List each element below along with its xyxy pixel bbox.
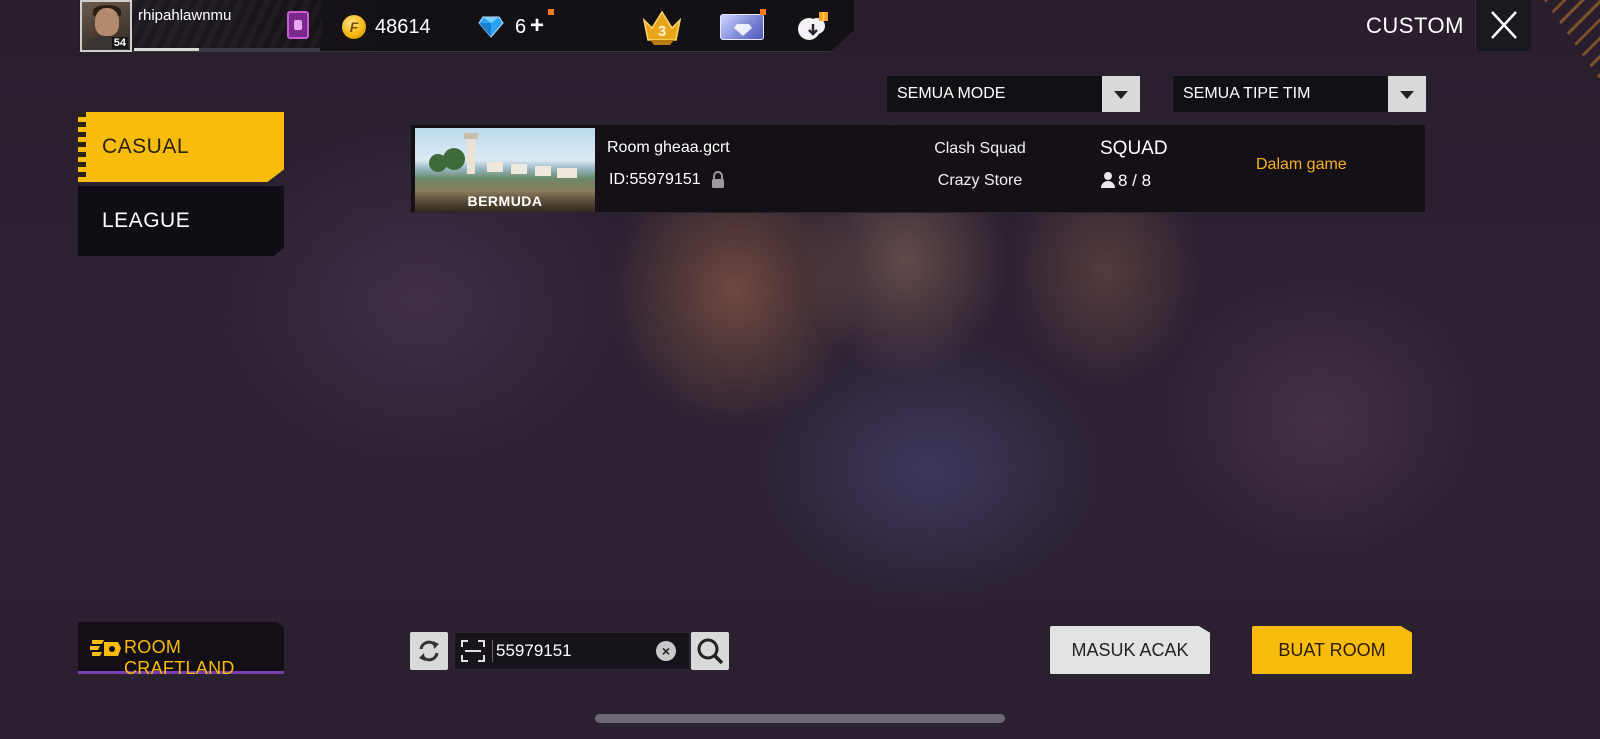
home-indicator[interactable] bbox=[595, 714, 1005, 723]
refresh-icon bbox=[419, 640, 439, 662]
diamond-icon bbox=[478, 16, 504, 38]
corner-decoration bbox=[1544, 0, 1600, 80]
rank-value: 3 bbox=[658, 23, 666, 40]
notification-dot bbox=[760, 9, 766, 15]
lock-icon bbox=[712, 171, 724, 188]
coin-count: 48614 bbox=[375, 16, 431, 38]
membership-card-icon[interactable] bbox=[720, 14, 764, 40]
player-icon bbox=[1101, 172, 1115, 188]
room-player-count: 8 / 8 bbox=[1118, 171, 1152, 190]
page-title: CUSTOM bbox=[1366, 13, 1464, 38]
room-team-type: SQUAD bbox=[1100, 138, 1168, 159]
room-craftland-label: ROOM CRAFTLAND bbox=[124, 637, 235, 678]
scan-icon[interactable] bbox=[460, 639, 486, 663]
rank-crown-icon[interactable]: 3 bbox=[640, 8, 684, 46]
search-button[interactable] bbox=[691, 632, 729, 670]
create-room-button[interactable]: BUAT ROOM bbox=[1252, 626, 1412, 674]
cloud-gift-icon[interactable] bbox=[795, 10, 829, 44]
tab-casual[interactable]: CASUAL bbox=[78, 112, 284, 182]
avatar[interactable]: 54 bbox=[80, 0, 132, 52]
chevron-down-icon bbox=[1388, 76, 1426, 112]
clear-search-button[interactable]: × bbox=[656, 641, 676, 661]
diamond-count: 6 bbox=[515, 16, 527, 38]
tab-league-label: LEAGUE bbox=[102, 209, 191, 232]
mode-filter-value: SEMUA MODE bbox=[897, 85, 1006, 102]
craftland-icon bbox=[90, 640, 121, 656]
random-join-button[interactable]: MASUK ACAK bbox=[1050, 626, 1210, 674]
mode-filter-dropdown[interactable]: SEMUA MODE bbox=[886, 75, 1141, 113]
refresh-button[interactable] bbox=[410, 632, 448, 670]
player-level: 54 bbox=[111, 37, 128, 49]
xp-bar bbox=[134, 48, 320, 51]
room-mode: Clash Squad bbox=[934, 140, 1026, 157]
tab-league[interactable]: LEAGUE bbox=[78, 186, 284, 256]
room-map-name: BERMUDA bbox=[415, 191, 595, 212]
tab-casual-label: CASUAL bbox=[102, 135, 190, 158]
team-type-filter-value: SEMUA TIPE TIM bbox=[1183, 85, 1311, 102]
add-diamond-button[interactable]: + bbox=[530, 12, 544, 40]
room-craftland-button[interactable]: ROOM CRAFTLAND bbox=[78, 622, 284, 674]
room-name: Room gheaa.gcrt bbox=[607, 139, 730, 156]
room-map-thumbnail: BERMUDA bbox=[415, 128, 595, 212]
tab-stripes bbox=[78, 112, 86, 182]
room-id-search-input[interactable] bbox=[496, 636, 646, 666]
team-type-filter-dropdown[interactable]: SEMUA TIPE TIM bbox=[1172, 75, 1427, 113]
close-button[interactable] bbox=[1475, 0, 1531, 51]
room-status: Dalam game bbox=[1256, 156, 1347, 173]
badge-icon[interactable] bbox=[287, 11, 309, 39]
room-map-variant: Crazy Store bbox=[937, 172, 1023, 189]
chevron-down-icon bbox=[1102, 76, 1140, 112]
room-id: ID:55979151 bbox=[609, 171, 701, 188]
close-icon bbox=[1491, 11, 1517, 39]
player-username[interactable]: rhipahlawnmu bbox=[138, 7, 231, 24]
search-divider bbox=[492, 640, 493, 662]
notification-dot bbox=[548, 9, 554, 15]
coin-icon: F bbox=[342, 15, 366, 39]
search-icon bbox=[697, 638, 724, 665]
